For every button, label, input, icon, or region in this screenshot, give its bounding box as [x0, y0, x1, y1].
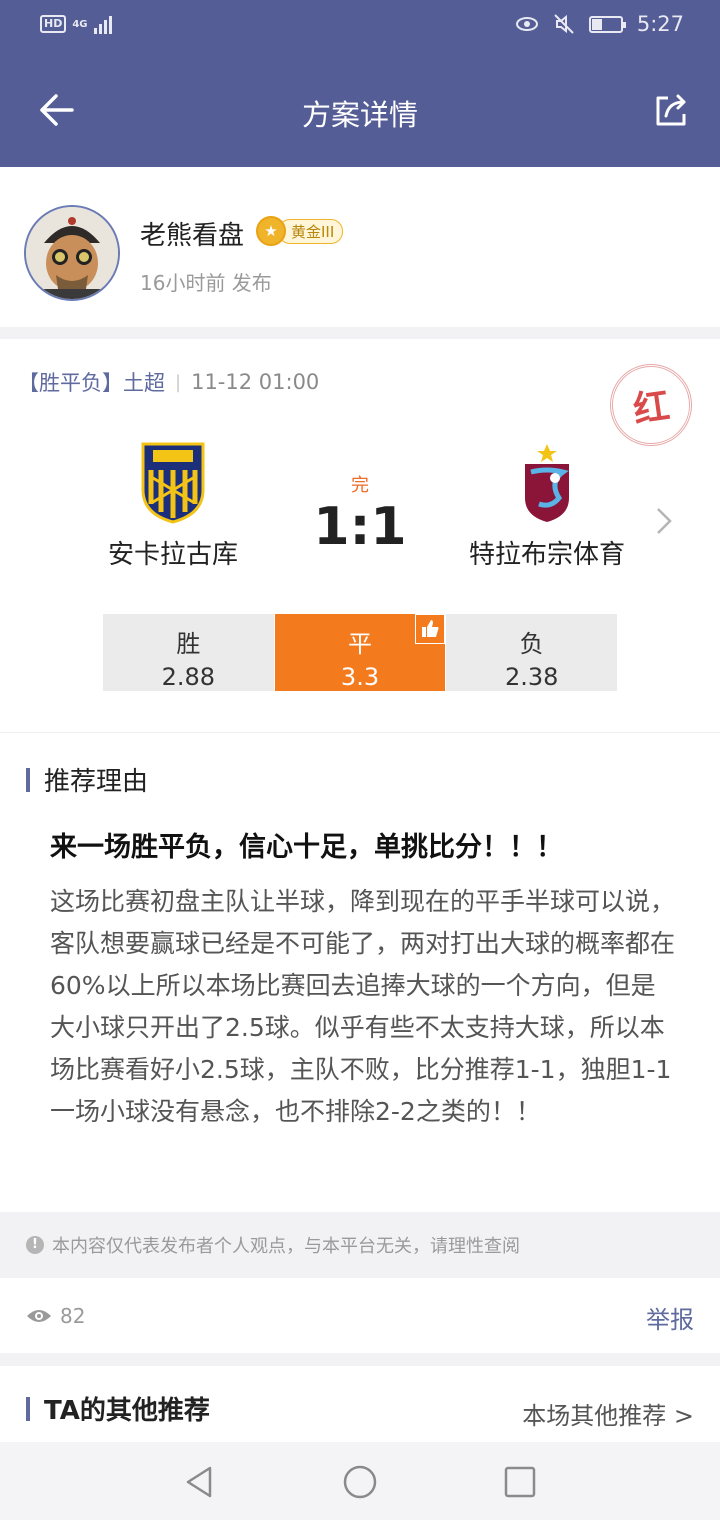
page-title: 方案详情 [301, 98, 418, 132]
reason-card: 推荐理由 来一场胜平负，信心十足，单挑比分！！！ 这场比赛初盘主队让半球，降到现… [0, 732, 720, 1212]
result-stamp-text: 红 [630, 385, 673, 432]
back-triangle-icon[interactable] [182, 1464, 218, 1500]
reason-section-title: 推荐理由 [26, 761, 148, 798]
author-card[interactable]: 老熊看盘 ★ 黄金III 16小时前 发布 [0, 167, 720, 327]
disclaimer-text: 本内容仅代表发布者个人观点，与本平台无关，请理性查阅 [52, 1236, 520, 1257]
battery-icon [588, 15, 626, 33]
result-stamp: 红 [604, 358, 698, 452]
match-other-recommendations-link[interactable]: 本场其他推荐 > [522, 1396, 694, 1431]
view-count-value: 82 [60, 1304, 86, 1328]
hd-icon: HD [40, 15, 67, 33]
author-name[interactable]: 老熊看盘 [140, 215, 244, 252]
section-marker [26, 767, 30, 792]
home-team: 安卡拉古库 [73, 442, 273, 571]
level-badge: ★ 黄金III [256, 216, 344, 246]
publish-time: 16小时前 发布 [140, 271, 272, 295]
odds-label: 胜 [176, 630, 201, 658]
home-circle-icon[interactable] [342, 1464, 378, 1500]
odds-win[interactable]: 胜 2.88 [103, 614, 274, 691]
share-icon[interactable] [652, 92, 690, 130]
odds-value: 3.3 [340, 663, 380, 691]
away-team: 特拉布宗体育 [447, 442, 647, 571]
match-datetime: 11-12 01:00 [191, 370, 320, 394]
recents-square-icon[interactable] [502, 1464, 538, 1500]
app-header: HD 4G 5:27 方案详情 [0, 0, 720, 167]
network-type: 4G [72, 18, 88, 30]
play-type: 【胜平负】 [18, 371, 123, 395]
odds-draw[interactable]: 平 3.3 [274, 614, 446, 691]
home-team-logo [141, 442, 205, 524]
status-bar: HD 4G 5:27 [0, 0, 720, 56]
others-title-text: TA的其他推荐 [44, 1396, 210, 1426]
odds-value: 2.38 [504, 663, 559, 691]
section-marker [26, 1396, 30, 1421]
avatar[interactable] [24, 205, 120, 301]
nav-bar: 方案详情 [0, 56, 720, 167]
odds-value: 2.88 [161, 663, 216, 691]
chevron-right-icon[interactable] [652, 505, 676, 537]
match-card: 【胜平负】 土超 | 11-12 01:00 红 安卡拉古库 完 1:1 特拉布… [0, 339, 720, 732]
reason-body: 这场比赛初盘主队让半球，降到现在的平手半球可以说，客队想要赢球已经是不可能了，两… [50, 887, 676, 1126]
odds-label: 负 [519, 630, 544, 658]
others-section-title: TA的其他推荐 [26, 1390, 210, 1427]
home-team-name: 安卡拉古库 [107, 540, 238, 570]
disclaimer: ! 本内容仅代表发布者个人观点，与本平台无关，请理性查阅 [0, 1212, 720, 1278]
report-link[interactable]: 举报 [646, 1300, 694, 1335]
away-team-name: 特拉布宗体育 [468, 540, 625, 570]
eye-icon [27, 1310, 51, 1322]
signal-icon [93, 14, 112, 34]
level-label: 黄金III [278, 218, 344, 244]
match-score: 1:1 [313, 497, 407, 557]
mute-icon [554, 14, 574, 34]
eye-comfort-icon [515, 17, 538, 31]
system-navigation-bar [0, 1442, 720, 1520]
reason-headline: 来一场胜平负，信心十足，单挑比分！！！ [50, 832, 563, 863]
away-team-logo [525, 444, 569, 522]
thumbs-up-icon [415, 614, 446, 644]
avatar-image [26, 207, 118, 299]
match-meta: 【胜平负】 土超 | 11-12 01:00 [18, 367, 319, 397]
league-name: 土超 [123, 371, 165, 395]
medal-icon: ★ [256, 216, 286, 246]
reason-title-text: 推荐理由 [44, 767, 149, 797]
other-recommendations: TA的其他推荐 本场其他推荐 > [0, 1366, 720, 1442]
info-icon: ! [26, 1236, 44, 1254]
clock: 5:27 [636, 12, 684, 36]
odds-row: 胜 2.88 平 3.3 负 2.38 [103, 614, 618, 691]
view-count: 82 [26, 1304, 85, 1328]
match-status: 完 [351, 475, 369, 496]
meta-divider: | [175, 371, 182, 393]
odds-lose[interactable]: 负 2.38 [446, 614, 618, 691]
stats-bar: 82 举报 [0, 1278, 720, 1353]
